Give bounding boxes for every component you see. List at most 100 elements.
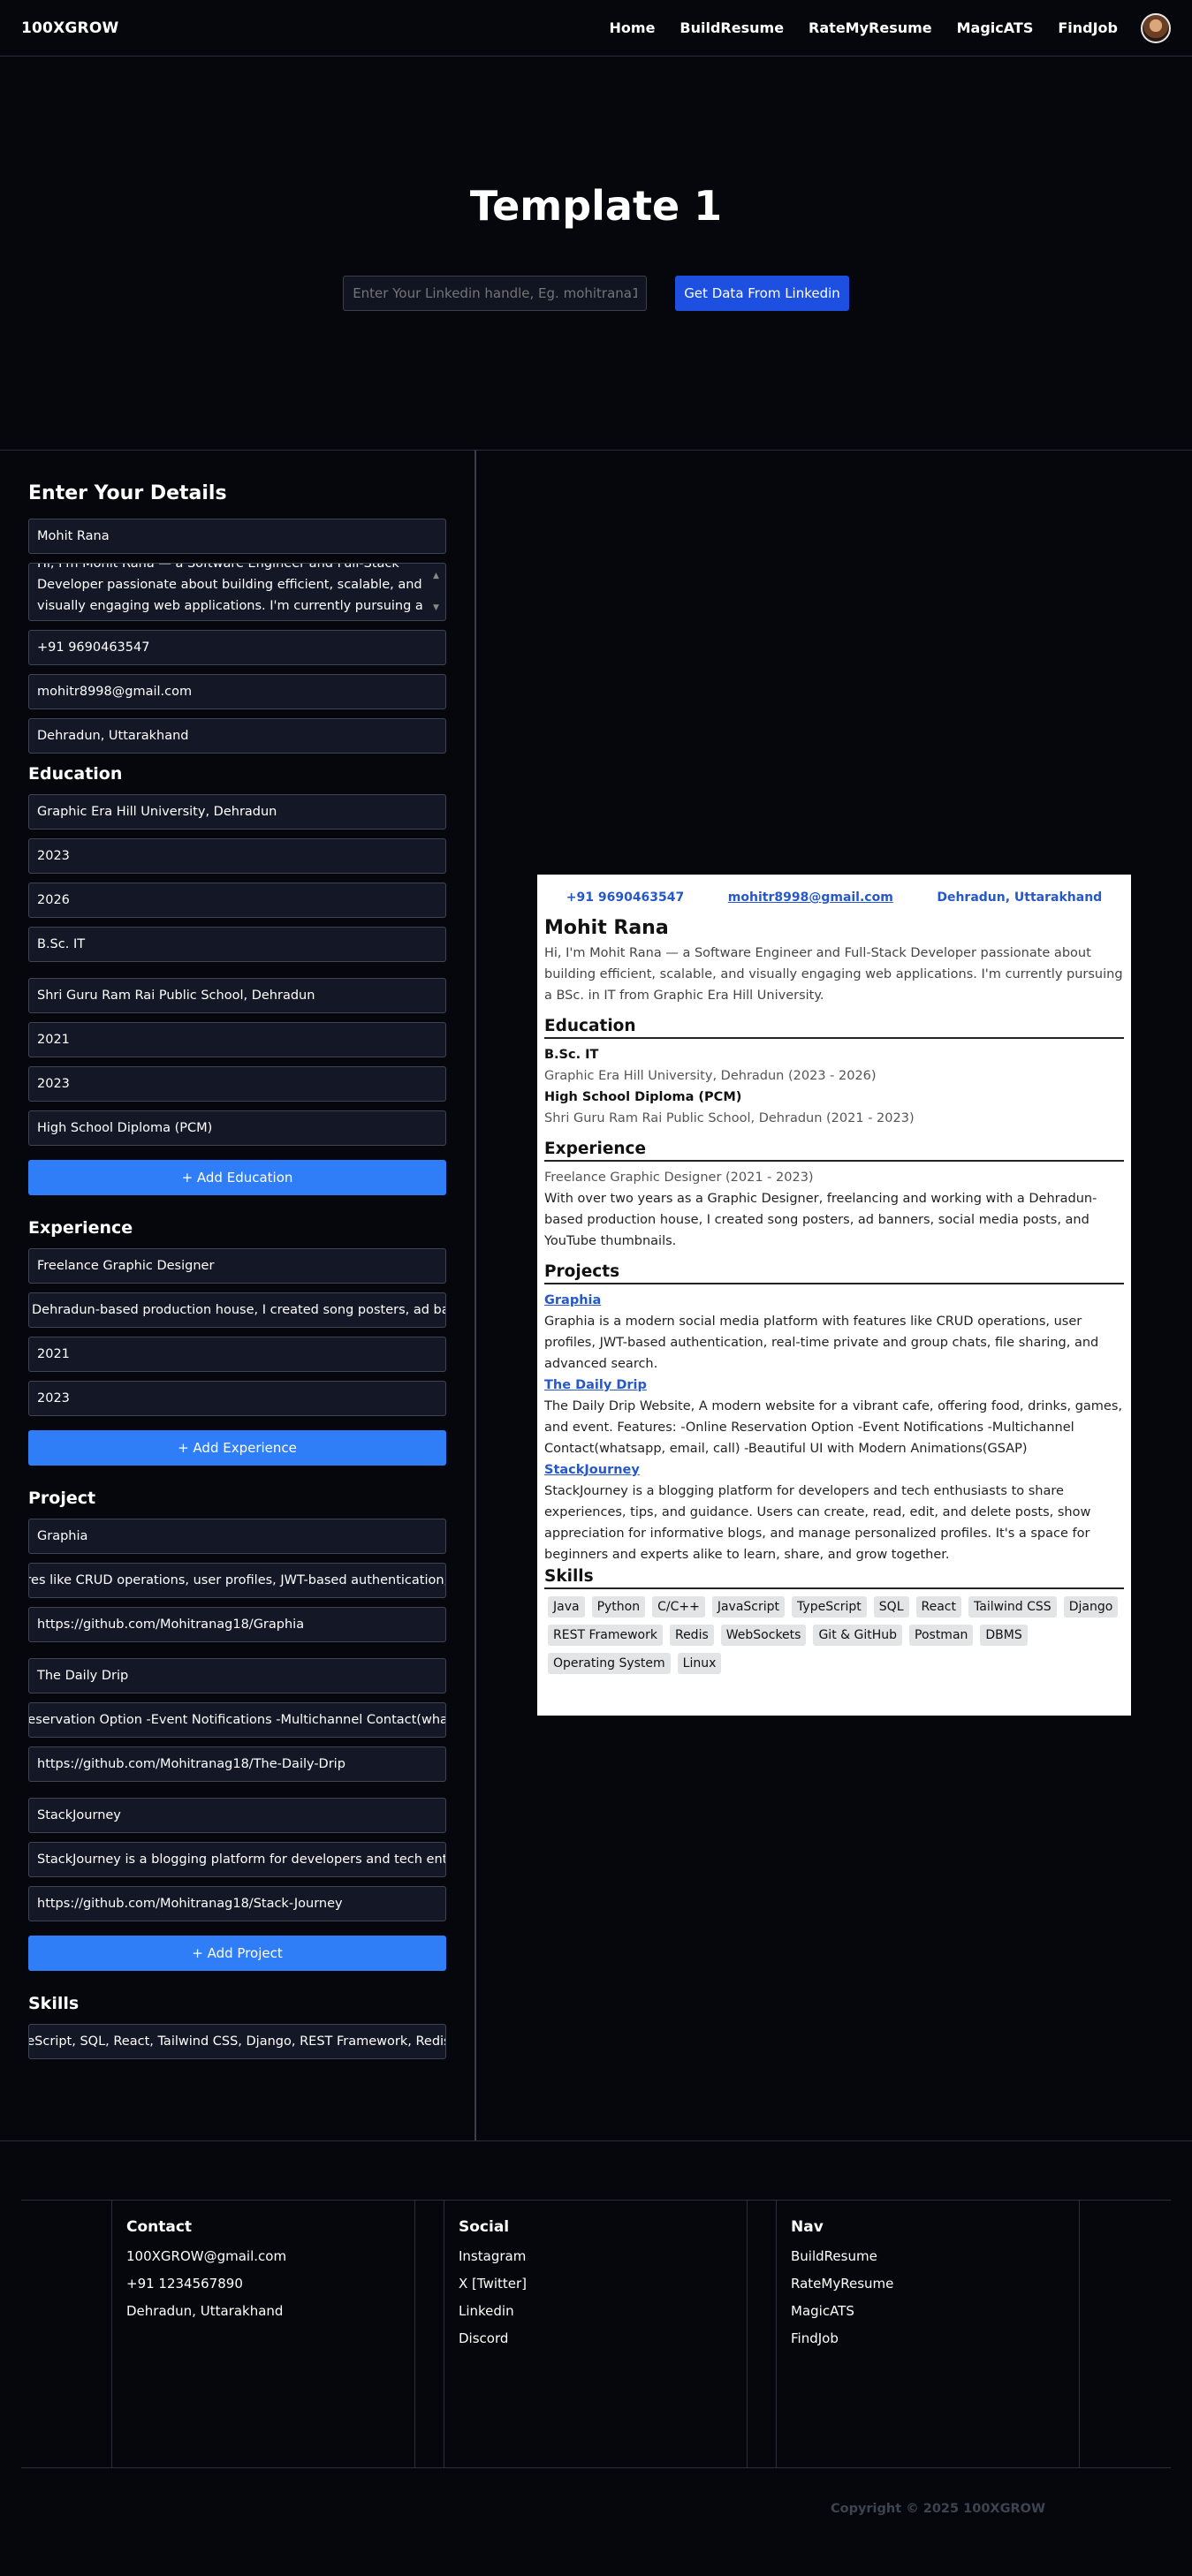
resume-project-link[interactable]: Graphia bbox=[544, 1290, 1124, 1311]
chevron-down-icon[interactable]: ▼ bbox=[433, 597, 442, 618]
project-name-field[interactable]: The Daily Drip bbox=[28, 1658, 446, 1693]
skill-chip: Tailwind CSS bbox=[968, 1596, 1057, 1618]
project-link-field[interactable]: https://github.com/Mohitranag18/Graphia bbox=[28, 1607, 446, 1642]
experience-start-field[interactable]: 2021 bbox=[28, 1337, 446, 1372]
project-name-field[interactable]: StackJourney bbox=[28, 1798, 446, 1833]
project-link-field[interactable]: https://github.com/Mohitranag18/The-Dail… bbox=[28, 1746, 446, 1782]
experience-description-text: Dehradun-based production house, I creat… bbox=[32, 1303, 445, 1317]
resume-experience-heading: Experience bbox=[544, 1140, 1124, 1162]
nav-link-magicats[interactable]: MagicATS bbox=[957, 19, 1034, 36]
skill-chip: C/C++ bbox=[652, 1596, 705, 1618]
footer-link-discord[interactable]: Discord bbox=[459, 2330, 733, 2346]
footer-link-ratemyresume[interactable]: RateMyResume bbox=[791, 2276, 1065, 2292]
name-field[interactable]: Mohit Rana bbox=[28, 519, 446, 554]
resume-project-text: Graphia is a modern social media platfor… bbox=[544, 1315, 1099, 1371]
education-institution-field[interactable]: Graphic Era Hill University, Dehradun bbox=[28, 794, 446, 830]
footer-nav-column: Nav BuildResume RateMyResume MagicATS Fi… bbox=[776, 2201, 1080, 2467]
resume-project-text: The Daily Drip Website, A modern website… bbox=[544, 1399, 1122, 1456]
skills-field[interactable]: Java, Python, C/C++, JavaScript, TypeScr… bbox=[28, 2024, 446, 2059]
nav-link-buildresume[interactable]: BuildResume bbox=[680, 19, 784, 36]
hero-section: Template 1 Get Data From Linkedin bbox=[0, 57, 1192, 451]
education-degree-field[interactable]: B.Sc. IT bbox=[28, 927, 446, 962]
skill-chip: Linux bbox=[677, 1653, 722, 1674]
footer-contact-heading: Contact bbox=[126, 2218, 193, 2236]
top-navbar: 100XGROW Home BuildResume RateMyResume M… bbox=[0, 0, 1192, 57]
project-link-field[interactable]: https://github.com/Mohitranag18/Stack-Jo… bbox=[28, 1886, 446, 1921]
education-degree-field[interactable]: High School Diploma (PCM) bbox=[28, 1110, 446, 1146]
footer-link-buildresume[interactable]: BuildResume bbox=[791, 2248, 1065, 2264]
footer-social-column: Social Instagram X [Twitter] Linkedin Di… bbox=[444, 2201, 748, 2467]
location-field[interactable]: Dehradun, Uttarakhand bbox=[28, 718, 446, 754]
footer-link-instagram[interactable]: Instagram bbox=[459, 2248, 733, 2264]
resume-skills-heading: Skills bbox=[544, 1567, 1124, 1589]
nav-link-home[interactable]: Home bbox=[610, 19, 656, 36]
skill-chip: Git & GitHub bbox=[813, 1625, 903, 1646]
resume-education-detail: Shri Guru Ram Rai Public School, Dehradu… bbox=[544, 1111, 915, 1125]
footer-contact-email[interactable]: 100XGROW@gmail.com bbox=[126, 2248, 400, 2264]
resume-experience-detail: Freelance Graphic Designer (2021 - 2023) bbox=[544, 1171, 814, 1185]
footer-contact-location: Dehradun, Uttarakhand bbox=[126, 2303, 284, 2319]
resume-email-link[interactable]: mohitr8998@gmail.com bbox=[728, 890, 893, 905]
education-heading: Education bbox=[28, 764, 123, 784]
education-start-field[interactable]: 2021 bbox=[28, 1022, 446, 1057]
resume-contact-row: +91 9690463547 mohitr8998@gmail.com Dehr… bbox=[544, 890, 1124, 905]
skills-text: Java, Python, C/C++, JavaScript, TypeScr… bbox=[28, 2034, 445, 2049]
skill-chip: Java bbox=[548, 1596, 585, 1618]
project-description-field[interactable]: The Daily Drip Website, A modern website… bbox=[28, 1702, 446, 1738]
footer-social-heading: Social bbox=[459, 2218, 510, 2236]
brand-logo[interactable]: 100XGROW bbox=[21, 19, 118, 37]
footer-grid: Contact 100XGROW@gmail.com +91 123456789… bbox=[21, 2200, 1171, 2468]
skill-chip: Redis bbox=[669, 1625, 714, 1646]
add-education-button[interactable]: + Add Education bbox=[28, 1160, 446, 1195]
resume-education-degree: High School Diploma (PCM) bbox=[544, 1090, 742, 1104]
resume-education-detail: Graphic Era Hill University, Dehradun (2… bbox=[544, 1069, 877, 1083]
resume-projects-heading: Projects bbox=[544, 1262, 1124, 1284]
footer-link-findjob[interactable]: FindJob bbox=[791, 2330, 1065, 2346]
education-end-field[interactable]: 2026 bbox=[28, 883, 446, 918]
avatar[interactable] bbox=[1141, 12, 1171, 43]
nav-link-findjob[interactable]: FindJob bbox=[1058, 19, 1118, 36]
summary-textarea[interactable]: Hi, I'm Mohit Rana — a Software Engineer… bbox=[28, 563, 446, 621]
linkedin-handle-input[interactable] bbox=[343, 276, 648, 311]
resume-project-link[interactable]: StackJourney bbox=[544, 1459, 1124, 1481]
skill-chip: TypeScript bbox=[792, 1596, 867, 1618]
textarea-scrollbar[interactable]: ▲ ▼ bbox=[433, 565, 442, 618]
resume-project-text: StackJourney is a blogging platform for … bbox=[544, 1484, 1091, 1562]
footer-link-linkedin[interactable]: Linkedin bbox=[459, 2303, 733, 2319]
skill-chip: WebSockets bbox=[720, 1625, 807, 1646]
resume-experience-text: With over two years as a Graphic Designe… bbox=[544, 1192, 1097, 1248]
resume-location: Dehradun, Uttarakhand bbox=[937, 890, 1103, 905]
skills-heading: Skills bbox=[28, 1994, 80, 2013]
footer-link-twitter[interactable]: X [Twitter] bbox=[459, 2276, 733, 2292]
footer-link-magicats[interactable]: MagicATS bbox=[791, 2303, 1065, 2319]
resume-summary: Hi, I'm Mohit Rana — a Software Engineer… bbox=[544, 946, 1123, 1003]
footer: Contact 100XGROW@gmail.com +91 123456789… bbox=[0, 2141, 1192, 2516]
get-linkedin-data-button[interactable]: Get Data From Linkedin bbox=[675, 276, 849, 311]
education-start-field[interactable]: 2023 bbox=[28, 838, 446, 874]
education-end-field[interactable]: 2023 bbox=[28, 1066, 446, 1102]
experience-description-field[interactable]: Dehradun-based production house, I creat… bbox=[28, 1292, 446, 1328]
phone-field[interactable]: +91 9690463547 bbox=[28, 630, 446, 665]
add-experience-button[interactable]: + Add Experience bbox=[28, 1430, 446, 1466]
education-institution-field[interactable]: Shri Guru Ram Rai Public School, Dehradu… bbox=[28, 978, 446, 1013]
resume-project-link[interactable]: The Daily Drip bbox=[544, 1375, 1124, 1396]
nav-link-ratemyresume[interactable]: RateMyResume bbox=[809, 19, 932, 36]
add-project-button[interactable]: + Add Project bbox=[28, 1936, 446, 1971]
project-description-field[interactable]: Graphia is a modern social media platfor… bbox=[28, 1563, 446, 1598]
footer-contact-phone[interactable]: +91 1234567890 bbox=[126, 2276, 400, 2292]
skill-chip: Django bbox=[1063, 1596, 1119, 1618]
chevron-up-icon[interactable]: ▲ bbox=[433, 565, 442, 587]
project-description-field[interactable]: StackJourney is a blogging platform for … bbox=[28, 1842, 446, 1877]
resume-phone: +91 9690463547 bbox=[566, 890, 685, 905]
skill-chip: REST Framework bbox=[548, 1625, 663, 1646]
project-description-text: The Daily Drip Website, A modern website… bbox=[28, 1713, 445, 1727]
resume-skills-list: Java Python C/C++ JavaScript TypeScript … bbox=[544, 1596, 1124, 1674]
email-field[interactable]: mohitr8998@gmail.com bbox=[28, 674, 446, 709]
footer-contact-column: Contact 100XGROW@gmail.com +91 123456789… bbox=[111, 2201, 415, 2467]
project-description-text: Graphia is a modern social media platfor… bbox=[29, 1573, 446, 1587]
project-name-field[interactable]: Graphia bbox=[28, 1519, 446, 1554]
experience-title-field[interactable]: Freelance Graphic Designer bbox=[28, 1248, 446, 1284]
skill-chip: Operating System bbox=[548, 1653, 671, 1674]
nav-links: Home BuildResume RateMyResume MagicATS F… bbox=[585, 12, 1171, 43]
experience-end-field[interactable]: 2023 bbox=[28, 1381, 446, 1416]
